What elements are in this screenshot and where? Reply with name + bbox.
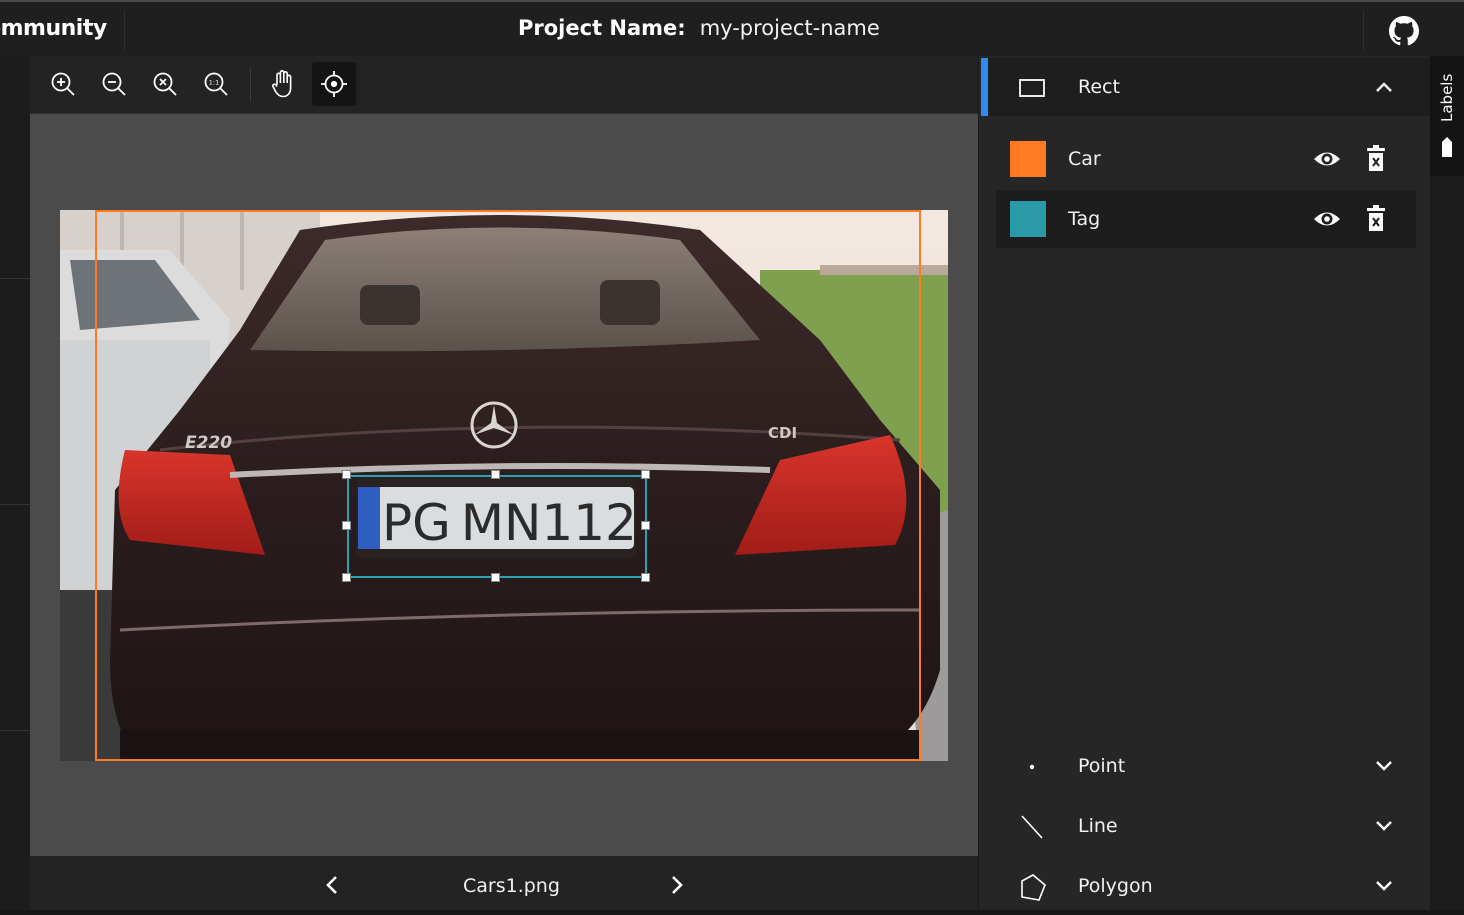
resize-handle[interactable] xyxy=(342,521,351,530)
chevron-down-icon[interactable] xyxy=(1373,755,1395,777)
labels-tab-label: Labels xyxy=(1438,74,1456,122)
labels-side-tab[interactable]: Labels xyxy=(1430,56,1464,176)
tag-icon xyxy=(1442,137,1452,157)
label-item-car[interactable]: Car xyxy=(996,130,1416,188)
label-color-swatch[interactable] xyxy=(1010,201,1046,237)
polygon-icon xyxy=(1021,874,1046,901)
line-section-header[interactable]: Line xyxy=(981,797,1431,855)
polygon-section-header[interactable]: Polygon xyxy=(981,857,1431,915)
zoom-actual-icon: 1:1 xyxy=(204,72,228,96)
resize-handle[interactable] xyxy=(641,470,650,479)
github-icon[interactable] xyxy=(1389,16,1419,46)
resize-handle[interactable] xyxy=(641,573,650,582)
divider xyxy=(1363,10,1364,50)
editor-toolbar: 1:1 xyxy=(30,56,978,114)
resize-handle[interactable] xyxy=(491,470,500,479)
divider xyxy=(124,10,125,50)
label-color-swatch[interactable] xyxy=(1010,141,1046,177)
zoom-fit-button[interactable] xyxy=(143,62,187,106)
resize-handle[interactable] xyxy=(491,573,500,582)
label-item-tag[interactable]: Tag xyxy=(996,190,1416,248)
zoom-in-icon xyxy=(51,72,75,96)
previous-image-icon[interactable] xyxy=(322,874,344,896)
divider xyxy=(0,730,30,731)
chevron-down-icon[interactable] xyxy=(1373,875,1395,897)
right-rail xyxy=(1430,56,1464,910)
eye-icon[interactable] xyxy=(1313,206,1341,232)
project-name-area: Project Name: my-project-name xyxy=(518,16,880,40)
section-title: Line xyxy=(1078,815,1118,837)
divider xyxy=(0,504,30,505)
line-icon xyxy=(1021,815,1043,839)
point-icon xyxy=(1029,764,1035,770)
label-name[interactable]: Car xyxy=(1068,148,1101,170)
resize-handle[interactable] xyxy=(342,470,351,479)
resize-handle[interactable] xyxy=(342,573,351,582)
active-indicator xyxy=(981,58,988,116)
zoom-in-button[interactable] xyxy=(41,62,85,106)
next-image-icon[interactable] xyxy=(665,874,687,896)
image-canvas[interactable]: E220 CDI PG MN112 xyxy=(30,114,978,856)
top-bar: ommunity Project Name: my-project-name xyxy=(0,0,1464,56)
eye-icon[interactable] xyxy=(1313,146,1341,172)
rectangle-icon xyxy=(1019,79,1045,97)
section-title: Rect xyxy=(1078,76,1120,98)
labels-panel: Rect Car Tag Point Line Polygon xyxy=(978,56,1431,910)
point-section-header[interactable]: Point xyxy=(981,737,1431,795)
rect-section-header[interactable]: Rect xyxy=(981,58,1431,116)
pan-hand-icon xyxy=(272,70,292,98)
chevron-up-icon[interactable] xyxy=(1373,76,1395,98)
left-rail xyxy=(0,56,30,910)
label-name[interactable]: Tag xyxy=(1068,208,1100,230)
image-navigation-bar: Cars1.png xyxy=(30,856,978,910)
crosshair-icon xyxy=(321,71,347,97)
project-name-value[interactable]: my-project-name xyxy=(700,16,880,40)
divider xyxy=(250,68,251,102)
section-title: Point xyxy=(1078,755,1126,777)
crosshair-button[interactable] xyxy=(312,62,356,106)
zoom-fit-icon xyxy=(153,72,177,96)
brand-name: ommunity xyxy=(0,16,107,41)
zoom-out-icon xyxy=(102,72,126,96)
labels-tab-text: Labels xyxy=(1438,74,1456,122)
zoom-out-button[interactable] xyxy=(92,62,136,106)
delete-icon[interactable] xyxy=(1365,205,1387,233)
section-title: Polygon xyxy=(1078,875,1153,897)
chevron-down-icon[interactable] xyxy=(1373,815,1395,837)
delete-icon[interactable] xyxy=(1365,145,1387,173)
pan-button[interactable] xyxy=(261,62,305,106)
resize-handle[interactable] xyxy=(641,521,650,530)
image-filename: Cars1.png xyxy=(463,875,560,897)
svg-text:1:1: 1:1 xyxy=(209,79,219,87)
zoom-actual-size-button[interactable]: 1:1 xyxy=(194,62,238,106)
project-name-label: Project Name: xyxy=(518,16,686,40)
divider xyxy=(0,278,30,279)
tag-bounding-box[interactable] xyxy=(347,475,647,578)
